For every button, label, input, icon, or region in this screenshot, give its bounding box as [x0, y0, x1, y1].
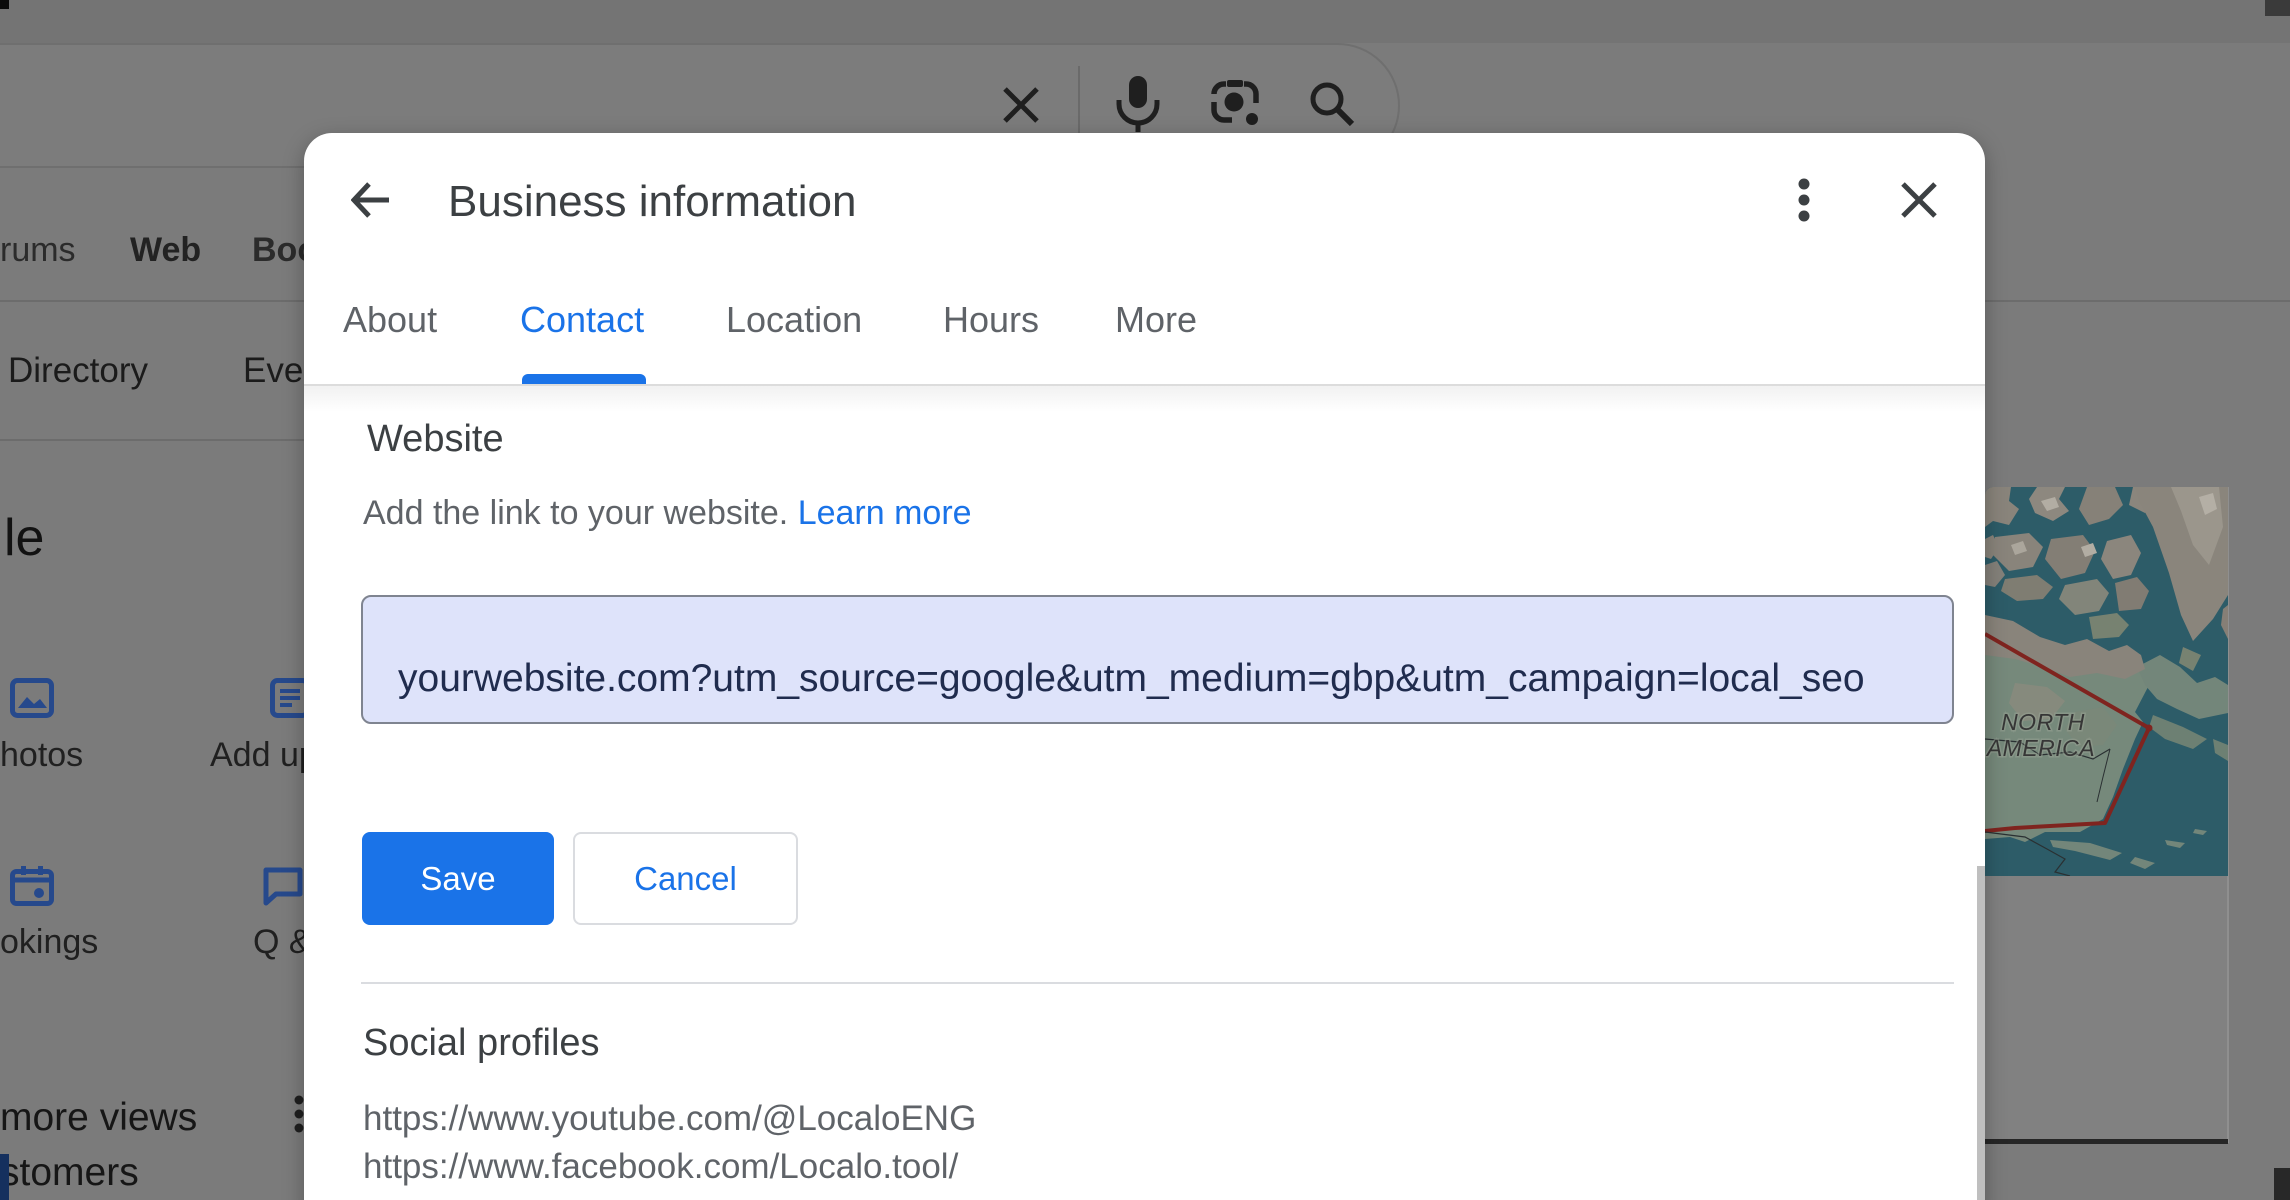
svg-text:AMERICA: AMERICA — [1985, 735, 2095, 761]
svg-text:NORTH: NORTH — [2001, 709, 2085, 735]
